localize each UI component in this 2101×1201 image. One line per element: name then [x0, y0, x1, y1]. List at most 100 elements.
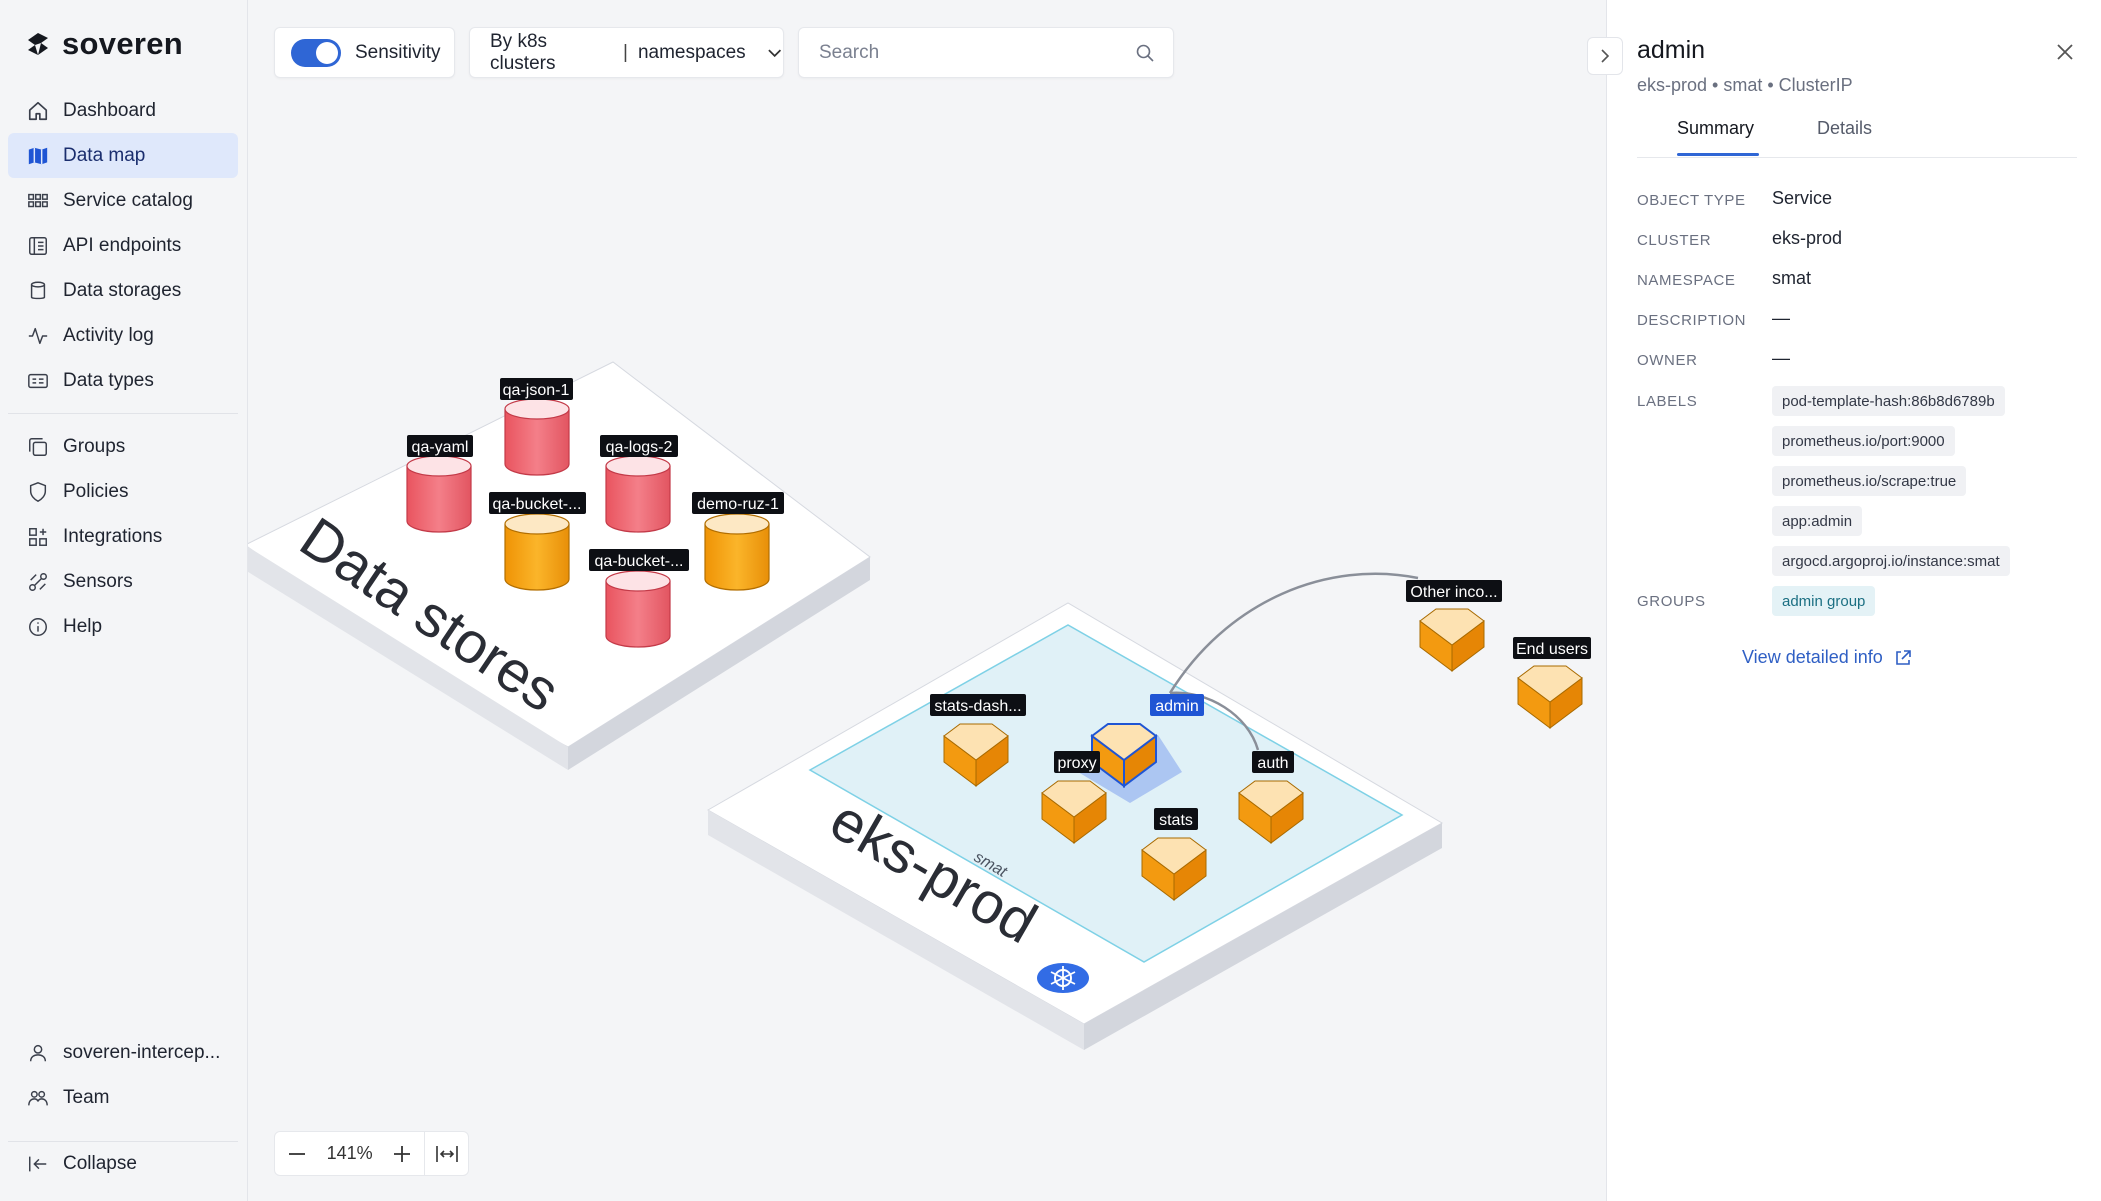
- view-detailed-info-link[interactable]: View detailed info: [1742, 647, 1913, 668]
- collapse-icon: [29, 1156, 47, 1171]
- node-label: qa-bucket-...: [493, 496, 582, 513]
- app-name: soveren: [62, 26, 183, 61]
- chevron-right-icon: [1601, 49, 1610, 63]
- data-map-graph[interactable]: Data stores smat eks-prod qa-json-1 qa-y…: [248, 0, 1606, 1201]
- collapse-panel-button[interactable]: [1587, 37, 1623, 75]
- panel-subtitle: eks-prod • smat • ClusterIP: [1637, 75, 1853, 95]
- collapse-sidebar-button[interactable]: Collapse: [8, 1141, 238, 1186]
- node-label: demo-ruz-1: [697, 496, 779, 513]
- plus-icon: [394, 1145, 411, 1162]
- node-label: qa-json-1: [503, 382, 570, 399]
- prop-key-object-type: OBJECT TYPE: [1637, 192, 1746, 209]
- account-nav: soveren-intercep... Team: [8, 1030, 238, 1120]
- user-icon: [29, 1044, 47, 1061]
- toggle-switch[interactable]: [291, 38, 341, 67]
- sidebar-item-activity-log[interactable]: Activity log: [8, 313, 238, 358]
- prop-key-owner: OWNER: [1637, 352, 1698, 369]
- logo[interactable]: soveren: [24, 26, 183, 62]
- grouping-separator: |: [623, 41, 628, 63]
- datastore-node[interactable]: qa-json-1: [500, 378, 573, 476]
- external-node[interactable]: End users: [1513, 637, 1591, 729]
- fit-width-icon: [435, 1145, 458, 1162]
- sensitivity-toggle[interactable]: Sensitivity: [274, 27, 455, 78]
- sidebar-item-dashboard[interactable]: Dashboard: [8, 88, 238, 133]
- view-link-label: View detailed info: [1742, 647, 1883, 667]
- map-toolbar: Sensitivity By k8s clusters | namespaces…: [274, 27, 1174, 78]
- secondary-nav: Groups Policies Integrations Sensors Hel…: [8, 424, 238, 649]
- external-node[interactable]: Other inco...: [1406, 580, 1502, 672]
- sidebar-item-api-endpoints[interactable]: API endpoints: [8, 223, 238, 268]
- api-icon: [29, 236, 47, 255]
- zoom-level: 141%: [326, 1143, 373, 1163]
- sensor-icon: [29, 572, 47, 591]
- shield-icon: [29, 481, 47, 502]
- label-chip: app:admin: [1772, 506, 1863, 536]
- kubernetes-icon: [1037, 963, 1089, 993]
- sidebar-item-policies[interactable]: Policies: [8, 469, 238, 514]
- database-icon: [30, 281, 46, 299]
- node-label: End users: [1516, 641, 1588, 658]
- edge-admin-to-other[interactable]: [1168, 572, 1419, 694]
- datastore-node[interactable]: qa-logs-2: [600, 435, 678, 533]
- sidebar-item-groups[interactable]: Groups: [8, 424, 238, 469]
- sidebar-item-data-storages[interactable]: Data storages: [8, 268, 238, 313]
- sidebar-item-label: Dashboard: [63, 99, 156, 121]
- node-label: proxy: [1057, 755, 1096, 772]
- sidebar-item-label: Data storages: [63, 279, 182, 301]
- sidebar-item-help[interactable]: Help: [8, 604, 238, 649]
- close-icon[interactable]: [2053, 40, 2077, 64]
- prop-key-description: DESCRIPTION: [1637, 312, 1747, 329]
- search-placeholder: Search: [819, 41, 880, 63]
- tab-summary[interactable]: Summary: [1677, 118, 1754, 139]
- groups-icon: [29, 437, 47, 456]
- prop-key-namespace: NAMESPACE: [1637, 272, 1736, 289]
- sidebar-item-data-map[interactable]: Data map: [8, 133, 238, 178]
- label-chip: argocd.argoproj.io/instance:smat: [1772, 546, 2010, 576]
- tab-details[interactable]: Details: [1817, 118, 1872, 139]
- sidebar-item-account[interactable]: soveren-intercep...: [8, 1030, 238, 1075]
- sidebar: soveren Dashboard Data map Service catal…: [0, 0, 248, 1201]
- search-input[interactable]: Search: [798, 27, 1174, 78]
- active-tab-indicator: [1677, 153, 1759, 156]
- fit-to-screen-button[interactable]: [424, 1132, 468, 1175]
- home-icon: [28, 101, 48, 120]
- map-icon: [28, 147, 48, 164]
- sidebar-item-team[interactable]: Team: [8, 1075, 238, 1120]
- prop-value-object-type: Service: [1772, 188, 1833, 208]
- prop-value-owner: —: [1772, 348, 1790, 368]
- node-label: qa-yaml: [412, 439, 469, 456]
- info-icon: [29, 617, 47, 636]
- external-link-icon: [1895, 649, 1911, 665]
- zoom-out-button[interactable]: [275, 1132, 319, 1175]
- grouping-select[interactable]: By k8s clusters | namespaces: [469, 27, 784, 78]
- activity-icon: [28, 327, 48, 344]
- data-map-canvas[interactable]: Data stores smat eks-prod qa-json-1 qa-y…: [248, 0, 1606, 1201]
- node-label: qa-logs-2: [606, 439, 673, 456]
- datastore-node[interactable]: qa-yaml: [406, 435, 473, 533]
- prop-value-description: —: [1772, 308, 1790, 328]
- node-label: Other inco...: [1410, 584, 1497, 601]
- sidebar-item-label: Policies: [63, 480, 129, 502]
- grid-icon: [28, 193, 48, 207]
- zoom-in-button[interactable]: [380, 1132, 424, 1175]
- sidebar-item-label: API endpoints: [63, 234, 182, 256]
- sensitivity-label: Sensitivity: [355, 41, 441, 63]
- sidebar-item-sensors[interactable]: Sensors: [8, 559, 238, 604]
- soveren-logo-icon: [28, 33, 48, 55]
- sidebar-item-label: Data map: [63, 144, 146, 166]
- nav-divider: [8, 413, 238, 414]
- label-chip: prometheus.io/scrape:true: [1772, 466, 1967, 496]
- node-label: qa-bucket-...: [595, 553, 684, 570]
- group-chip[interactable]: admin group: [1772, 586, 1876, 616]
- main-nav: Dashboard Data map Service catalog API e…: [8, 88, 238, 403]
- zoom-control: 141%: [274, 1131, 469, 1176]
- sidebar-item-label: soveren-intercep...: [63, 1041, 221, 1063]
- sidebar-item-service-catalog[interactable]: Service catalog: [8, 178, 238, 223]
- sidebar-item-label: Sensors: [63, 570, 133, 592]
- sidebar-item-label: Activity log: [63, 324, 154, 346]
- node-label: stats-dash...: [934, 698, 1021, 715]
- node-label: admin: [1155, 698, 1199, 715]
- search-icon: [1136, 44, 1154, 62]
- sidebar-item-integrations[interactable]: Integrations: [8, 514, 238, 559]
- sidebar-item-data-types[interactable]: Data types: [8, 358, 238, 403]
